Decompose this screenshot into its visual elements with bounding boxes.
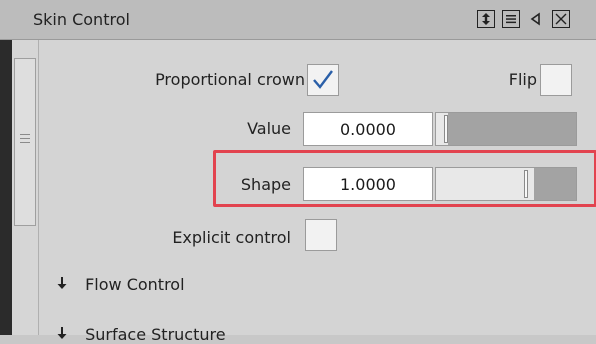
flip-label: Flip bbox=[508, 70, 537, 89]
proportional-crown-checkbox[interactable] bbox=[307, 64, 339, 96]
close-icon[interactable] bbox=[552, 10, 570, 28]
value-label: Value bbox=[247, 119, 291, 138]
panel-titlebar: Skin Control bbox=[0, 0, 596, 40]
panel-title: Skin Control bbox=[33, 10, 130, 29]
explicit-control-label: Explicit control bbox=[172, 228, 291, 247]
flip-checkbox[interactable] bbox=[540, 64, 572, 96]
shape-highlight-box bbox=[213, 150, 596, 207]
checkmark-icon bbox=[313, 70, 333, 89]
scrollbar-thumb[interactable] bbox=[14, 58, 36, 226]
vertical-scrollbar[interactable] bbox=[12, 40, 39, 335]
left-edge-strip bbox=[0, 40, 12, 335]
section-label: Flow Control bbox=[85, 275, 185, 294]
grip-icon bbox=[20, 131, 30, 146]
section-flow-control[interactable]: Flow Control bbox=[56, 275, 185, 294]
value-slider[interactable] bbox=[435, 112, 577, 146]
arrow-down-icon bbox=[56, 326, 80, 344]
proportional-crown-label: Proportional crown bbox=[155, 70, 305, 89]
resize-vertical-icon[interactable] bbox=[477, 10, 495, 28]
collapse-left-icon[interactable] bbox=[527, 10, 545, 28]
value-slider-handle[interactable] bbox=[444, 115, 448, 143]
value-input[interactable]: 0.0000 bbox=[303, 112, 433, 146]
explicit-control-checkbox[interactable] bbox=[305, 219, 337, 251]
arrow-down-icon bbox=[56, 276, 80, 294]
menu-icon[interactable] bbox=[502, 10, 520, 28]
value-slider-fill bbox=[448, 113, 576, 145]
